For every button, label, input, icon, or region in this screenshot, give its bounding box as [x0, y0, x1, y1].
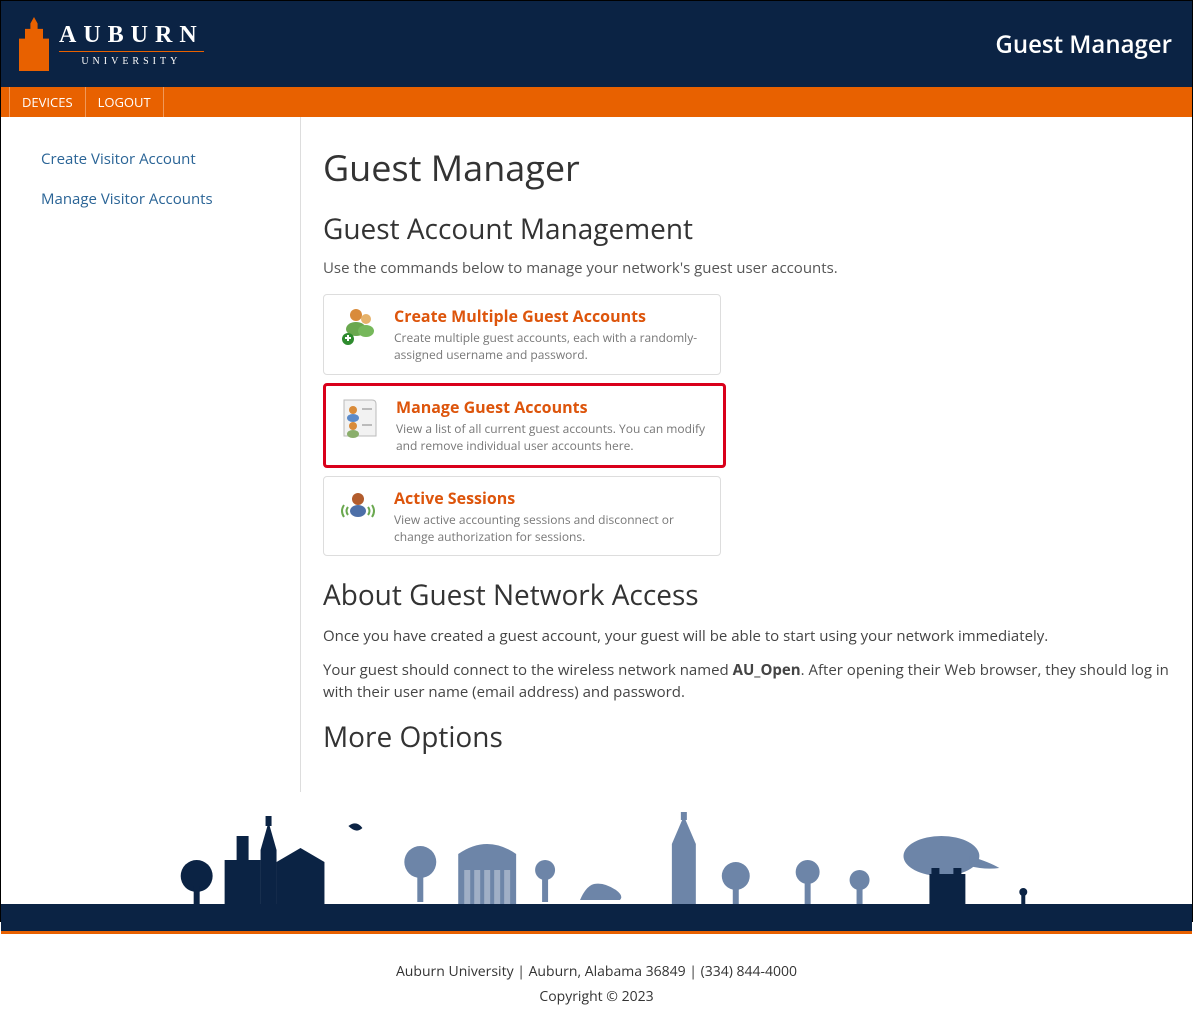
card-desc: Create multiple guest accounts, each wit… — [394, 329, 708, 364]
brand-sub: UNIVERSITY — [59, 56, 204, 67]
card-create-multiple-guests[interactable]: Create Multiple Guest Accounts Create mu… — [323, 294, 721, 375]
about-p2a: Your guest should connect to the wireles… — [323, 660, 733, 680]
footer-info: Auburn University | Auburn, Alabama 3684… — [1, 934, 1192, 987]
footer-copyright: Copyright © 2023 — [1, 987, 1192, 1016]
sidebar-link-create-visitor[interactable]: Create Visitor Account — [21, 147, 280, 171]
about-network-name: AU_Open — [733, 660, 801, 680]
nav-devices[interactable]: DEVICES — [9, 87, 86, 117]
card-active-sessions[interactable]: Active Sessions View active accounting s… — [323, 476, 721, 557]
about-p2: Your guest should connect to the wireles… — [323, 660, 1170, 704]
sidebar-link-manage-visitors[interactable]: Manage Visitor Accounts — [21, 187, 280, 211]
card-manage-guest-accounts[interactable]: Manage Guest Accounts View a list of all… — [323, 383, 726, 468]
sidebar: Create Visitor Account Manage Visitor Ac… — [1, 117, 301, 792]
section1-lead: Use the commands below to manage your ne… — [323, 258, 1170, 278]
page-title: Guest Manager — [323, 143, 1170, 192]
brand-logo: AUBURN UNIVERSITY — [19, 17, 204, 71]
list-users-icon — [338, 396, 382, 440]
session-icon — [336, 487, 380, 531]
footer-bar — [1, 904, 1192, 934]
nav-bar: DEVICES LOGOUT — [1, 87, 1192, 117]
card-desc: View a list of all current guest account… — [396, 420, 711, 455]
header: AUBURN UNIVERSITY Guest Manager — [1, 1, 1192, 87]
section-about-guest-network: About Guest Network Access — [323, 576, 1170, 614]
about-p1: Once you have created a guest account, y… — [323, 626, 1170, 648]
section-more-options: More Options — [323, 718, 1170, 756]
card-title: Create Multiple Guest Accounts — [394, 305, 708, 327]
nav-logout[interactable]: LOGOUT — [86, 87, 164, 117]
main-content: Guest Manager Guest Account Management U… — [301, 117, 1192, 792]
skyline-decoration — [1, 792, 1192, 904]
app-title: Guest Manager — [995, 28, 1172, 61]
card-title: Manage Guest Accounts — [396, 396, 711, 418]
section-guest-account-mgmt: Guest Account Management — [323, 210, 1170, 248]
tower-icon — [19, 17, 49, 71]
card-desc: View active accounting sessions and disc… — [394, 511, 708, 546]
card-title: Active Sessions — [394, 487, 708, 509]
action-cards: Create Multiple Guest Accounts Create mu… — [323, 294, 1170, 556]
body: Create Visitor Account Manage Visitor Ac… — [1, 117, 1192, 792]
brand-name: AUBURN — [59, 22, 204, 52]
users-plus-icon — [336, 305, 380, 349]
